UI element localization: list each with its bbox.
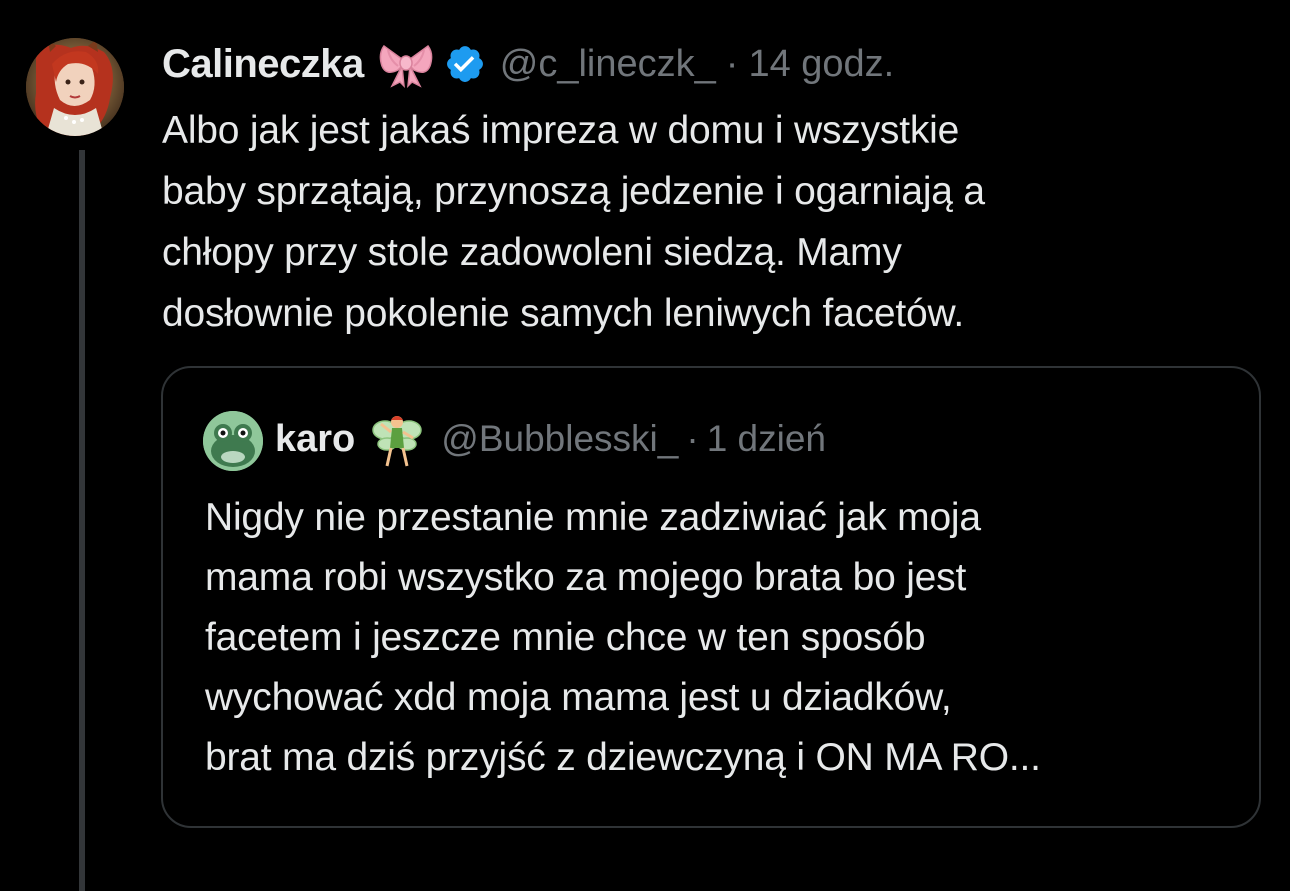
tweet[interactable]: Calineczka @c_lineczk_ · 14 godz. Albo j… <box>0 0 1290 891</box>
quoted-tweet-card[interactable]: karo @Bubblesski_ · 1 dzień Nigdy nie pr… <box>161 366 1261 828</box>
quoted-author-display-name: karo <box>275 417 356 460</box>
quoted-separator-dot: · <box>686 418 699 459</box>
thread-connector-line <box>79 150 85 891</box>
quoted-author-avatar <box>203 411 263 471</box>
fairy-emoji-icon <box>371 410 423 468</box>
author-handle[interactable]: @c_lineczk_ <box>500 43 716 86</box>
pink-bow-emoji-icon <box>378 40 434 89</box>
verified-badge-icon[interactable] <box>444 43 486 85</box>
quoted-tweet-timestamp: 1 dzień <box>706 418 826 459</box>
separator-dot: · <box>725 42 739 85</box>
quoted-tweet-text: Nigdy nie przestanie mnie zadziwiać jak … <box>205 496 1041 779</box>
quoted-tweet-header: karo @Bubblesski_ · 1 dzień <box>275 408 826 470</box>
author-avatar[interactable] <box>26 38 124 136</box>
quoted-avatar-image <box>203 411 263 471</box>
tweet-header: Calineczka @c_lineczk_ · 14 godz. <box>162 36 894 92</box>
tweet-timestamp[interactable]: 14 godz. <box>748 43 894 86</box>
author-display-name[interactable]: Calineczka <box>162 42 364 87</box>
quoted-author-handle: @Bubblesski_ <box>441 418 679 459</box>
tweet-text: Albo jak jest jakaś impreza w domu i wsz… <box>162 109 985 335</box>
avatar-image <box>26 38 124 136</box>
